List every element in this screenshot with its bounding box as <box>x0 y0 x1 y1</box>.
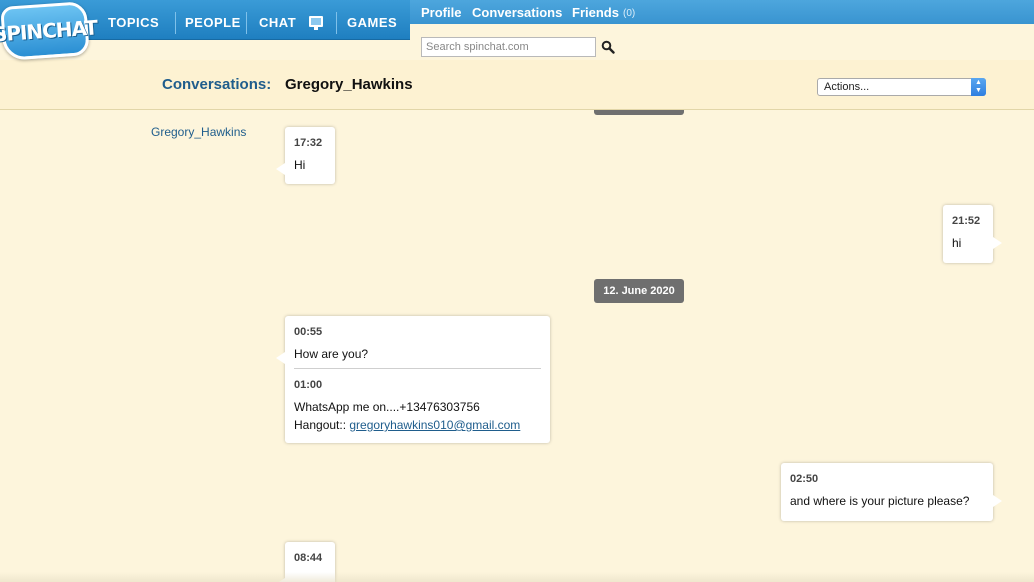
message-time: 01:00 <box>294 379 323 391</box>
sender-name-link[interactable]: Gregory_Hawkins <box>151 125 246 139</box>
message-time: 00:55 <box>294 326 323 338</box>
friends-count: (0) <box>623 8 636 19</box>
message-text: hi <box>952 236 962 250</box>
message-bubble: 21:52 hi <box>943 205 1002 263</box>
message-divider <box>294 368 541 369</box>
message-text: and where is your picture please? <box>790 494 970 508</box>
message-text: WhatsApp me on....+13476303756 <box>294 400 480 414</box>
message-time: 17:32 <box>294 137 323 149</box>
bottom-fade <box>0 572 1034 582</box>
nav-people[interactable]: PEOPLE <box>185 0 241 40</box>
search-input[interactable] <box>421 37 596 57</box>
dropdown-arrows-icon: ▲ ▼ <box>971 78 986 96</box>
top-bar: TOPICS PEOPLE CHAT GAMES Profile Convers… <box>0 0 1034 40</box>
message-text: How are you? <box>294 347 369 361</box>
conversations-label: Conversations: <box>162 76 272 93</box>
email-link[interactable]: gregoryhawkins010@gmail.com <box>349 418 520 432</box>
search-icon[interactable] <box>601 40 615 54</box>
logo-text: SPINCHAT <box>0 15 98 47</box>
message-text: Hi <box>294 158 306 172</box>
message-text-prefix: Hangout:: <box>294 418 350 432</box>
message-text: Hangout:: gregoryhawkins010@gmail.com <box>294 416 541 434</box>
message-time: 08:44 <box>294 552 323 564</box>
nav-divider <box>246 12 247 34</box>
actions-dropdown-value: Actions... <box>824 81 870 93</box>
message-time: 02:50 <box>790 473 819 485</box>
friends-link[interactable]: Friends <box>572 5 619 20</box>
message-bubble: 17:32 Hi <box>276 127 335 184</box>
nav-divider <box>175 12 176 34</box>
message-bubble: 00:55 How are you? 01:00 WhatsApp me on.… <box>276 316 550 443</box>
message-time: 21:52 <box>952 215 981 227</box>
nav-divider <box>336 12 337 34</box>
date-separator-partial <box>594 110 684 115</box>
monitor-icon[interactable] <box>309 16 323 30</box>
actions-dropdown[interactable]: Actions... ▲ ▼ <box>817 78 986 96</box>
message-bubble: 02:50 and where is your picture please? <box>781 463 1002 521</box>
profile-link[interactable]: Profile <box>421 5 461 20</box>
nav-topics[interactable]: TOPICS <box>108 0 159 40</box>
nav-chat[interactable]: CHAT <box>259 0 296 40</box>
conversation-partner-name: Gregory_Hawkins <box>285 76 413 93</box>
spinchat-logo[interactable]: SPINCHAT <box>0 1 98 61</box>
sub-nav: Profile Conversations Friends (0) <box>410 0 1034 24</box>
nav-games[interactable]: GAMES <box>347 0 397 40</box>
date-separator: 12. June 2020 <box>594 279 684 303</box>
conversations-link[interactable]: Conversations <box>472 5 562 20</box>
